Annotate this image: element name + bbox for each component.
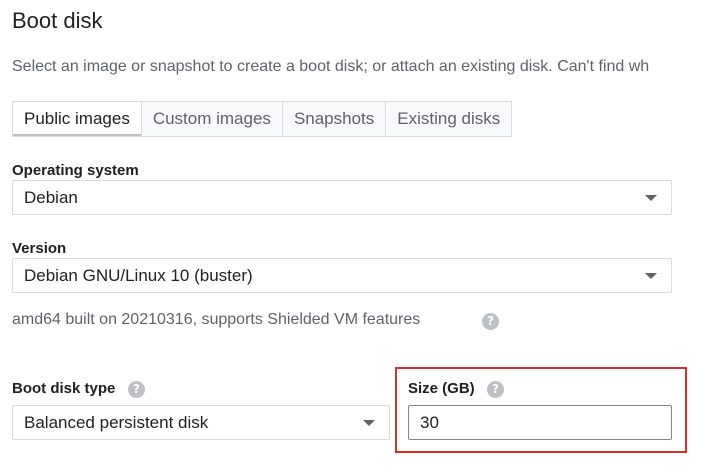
help-icon[interactable]: ? <box>482 313 499 330</box>
boot-disk-panel: Boot disk Select an image or snapshot to… <box>0 0 723 468</box>
tab-custom-images[interactable]: Custom images <box>140 102 282 136</box>
version-select[interactable]: Debian GNU/Linux 10 (buster) <box>12 258 672 293</box>
image-source-tabs: Public images Custom images Snapshots Ex… <box>12 101 513 137</box>
help-icon[interactable]: ? <box>487 381 504 398</box>
size-input[interactable]: 30 <box>408 405 672 440</box>
chevron-down-icon <box>645 273 657 279</box>
page-title: Boot disk <box>12 8 103 33</box>
tab-snapshots[interactable]: Snapshots <box>281 102 386 136</box>
tab-existing-disks[interactable]: Existing disks <box>385 102 512 136</box>
tab-public-images[interactable]: Public images <box>13 102 141 136</box>
operating-system-value: Debian <box>24 188 78 207</box>
help-icon[interactable]: ? <box>128 381 145 398</box>
size-label: Size (GB) <box>408 380 475 397</box>
version-info-text: amd64 built on 20210316, supports Shield… <box>12 311 421 328</box>
boot-disk-type-select[interactable]: Balanced persistent disk <box>12 405 390 440</box>
chevron-down-icon <box>363 420 375 426</box>
operating-system-select[interactable]: Debian <box>12 180 672 215</box>
version-value: Debian GNU/Linux 10 (buster) <box>24 266 253 285</box>
version-label: Version <box>12 240 67 257</box>
boot-disk-type-label: Boot disk type <box>12 380 116 397</box>
chevron-down-icon <box>645 195 657 201</box>
page-description: Select an image or snapshot to create a … <box>12 58 650 75</box>
operating-system-label: Operating system <box>12 162 139 179</box>
boot-disk-type-value: Balanced persistent disk <box>24 413 209 432</box>
